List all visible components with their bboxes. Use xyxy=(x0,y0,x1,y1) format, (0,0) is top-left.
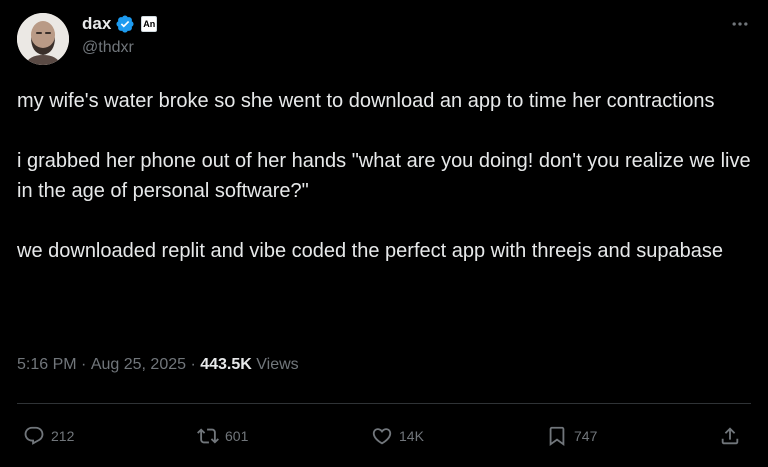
bookmark-icon xyxy=(549,426,565,447)
tweet-meta: 5:16 PM · Aug 25, 2025 · 443.5K Views xyxy=(17,356,299,374)
meta-separator: · xyxy=(186,356,201,373)
reply-button[interactable]: 212 xyxy=(23,424,74,448)
tweet-paragraph: my wife's water broke so she went to dow… xyxy=(17,90,715,112)
share-button[interactable] xyxy=(719,424,741,448)
display-name[interactable]: dax xyxy=(82,14,111,34)
tweet-paragraph: i grabbed her phone out of her hands "wh… xyxy=(17,150,751,202)
repost-icon xyxy=(197,428,219,444)
heart-icon xyxy=(372,428,392,445)
bookmark-count: 747 xyxy=(574,428,598,444)
author-name-row: dax An xyxy=(82,12,158,36)
tweet-date[interactable]: Aug 25, 2025 xyxy=(91,356,186,374)
repost-button[interactable]: 601 xyxy=(197,424,248,448)
author-handle[interactable]: @thdxr xyxy=(82,39,134,57)
bookmark-button[interactable]: 747 xyxy=(546,424,597,448)
divider xyxy=(17,403,751,404)
more-icon xyxy=(732,22,748,26)
tweet-time[interactable]: 5:16 PM xyxy=(17,356,77,374)
like-button[interactable]: 14K xyxy=(371,424,424,448)
meta-separator: · xyxy=(76,356,91,373)
views-count: 443.5K xyxy=(200,356,252,373)
share-icon xyxy=(721,427,739,445)
affiliate-badge[interactable]: An xyxy=(141,16,158,32)
avatar-photo xyxy=(17,13,69,65)
tweet-text: my wife's water broke so she went to dow… xyxy=(17,86,752,296)
reply-icon xyxy=(24,426,44,445)
more-options-button[interactable] xyxy=(728,12,752,36)
repost-count: 601 xyxy=(225,428,249,444)
views-label: Views xyxy=(251,356,299,373)
avatar[interactable] xyxy=(17,13,69,65)
reply-count: 212 xyxy=(51,428,75,444)
like-count: 14K xyxy=(399,428,424,444)
verified-badge-icon[interactable] xyxy=(115,14,135,34)
tweet-paragraph: we downloaded replit and vibe coded the … xyxy=(17,240,724,262)
